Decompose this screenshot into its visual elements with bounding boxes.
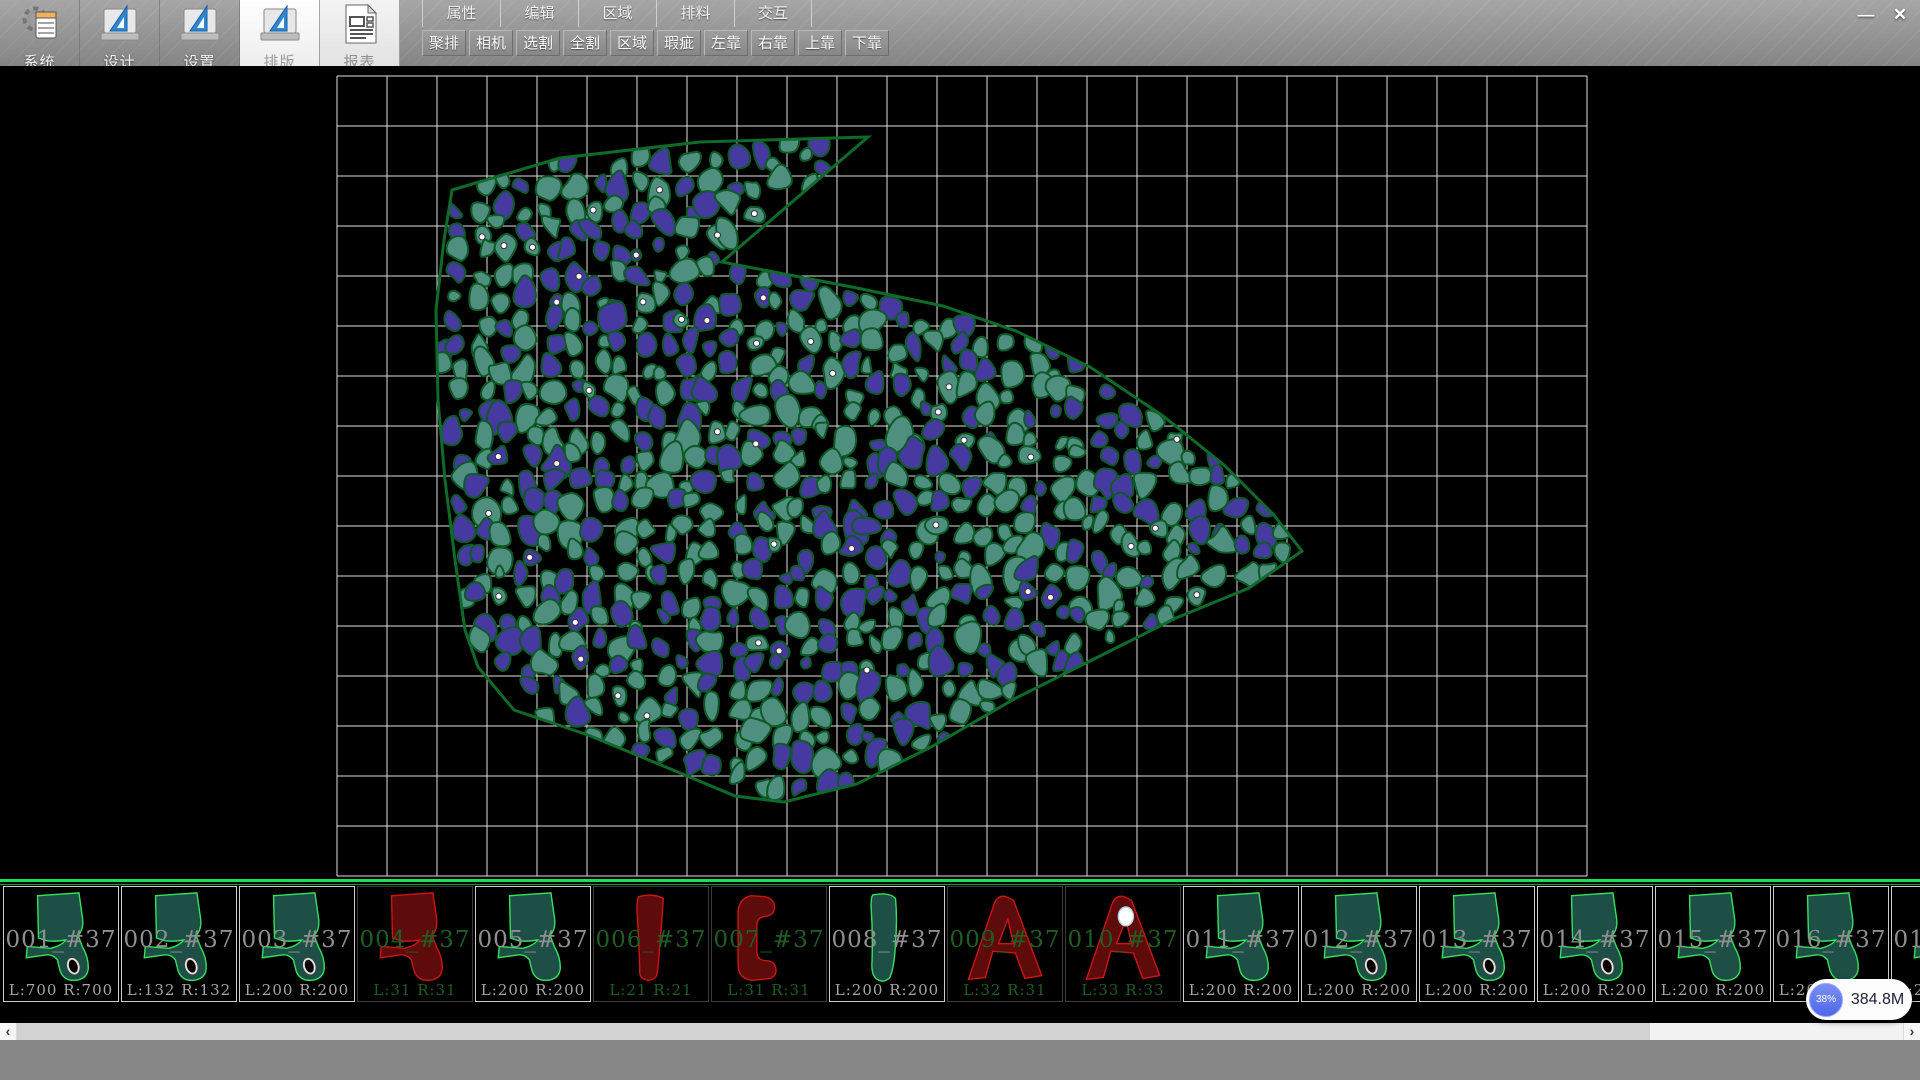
canvas-area: [0, 66, 1920, 879]
design-ruler-icon: [178, 3, 222, 50]
part-id: 011_#37: [1184, 927, 1298, 953]
parts-filmstrip: 001_#37L:700 R:700002_#37L:132 R:132003_…: [0, 879, 1920, 1023]
part-thumbnail-list: 001_#37L:700 R:700002_#37L:132 R:132003_…: [0, 886, 1920, 1003]
part-id: 009_#37: [948, 927, 1062, 953]
part-id: 006_#37: [594, 927, 708, 953]
part-thumbnail-12[interactable]: 012_#37 L:200 R:200: [1301, 886, 1417, 1002]
part-id: 016_#37: [1774, 927, 1888, 953]
part-id: 015_#37: [1656, 927, 1770, 953]
part-lr-count: L:33 R:33: [1066, 981, 1180, 999]
main-button-5[interactable]: 报表: [320, 0, 400, 66]
status-bar: [0, 1040, 1920, 1080]
action-button-9[interactable]: 上靠: [798, 30, 842, 56]
part-lr-count: L:21 R:21: [594, 981, 708, 999]
part-thumbnail-10[interactable]: 010_#37 L:33 R:33: [1065, 886, 1181, 1002]
progress-badge: 38% 384.8M: [1806, 979, 1912, 1020]
main-button-bar: 系统设计设置排版报表: [0, 0, 400, 66]
scrollbar-thumb[interactable]: [17, 1023, 1650, 1040]
action-button-5[interactable]: 区域: [610, 30, 654, 56]
part-id: 007_#37: [712, 927, 826, 953]
part-lr-count: L:200 R:200: [830, 981, 944, 999]
part-thumbnail-14[interactable]: 014_#37 L:200 R:200: [1537, 886, 1653, 1002]
part-thumbnail-9[interactable]: 009_#37 L:32 R:31: [947, 886, 1063, 1002]
report-icon: [338, 3, 382, 50]
part-id: 017_#37: [1892, 927, 1920, 953]
nesting-canvas[interactable]: [0, 66, 1920, 879]
part-thumbnail-7[interactable]: 007_#37 L:31 R:31: [711, 886, 827, 1002]
part-id: 014_#37: [1538, 927, 1652, 953]
main-button-1[interactable]: 系统: [0, 0, 80, 66]
part-id: 012_#37: [1302, 927, 1416, 953]
part-lr-count: L:200 R:200: [1656, 981, 1770, 999]
action-button-4[interactable]: 全割: [563, 30, 607, 56]
part-id: 008_#37: [830, 927, 944, 953]
part-thumbnail-5[interactable]: 005_#37 L:200 R:200: [475, 886, 591, 1002]
part-lr-count: L:31 R:31: [712, 981, 826, 999]
scroll-left-icon[interactable]: ‹: [0, 1023, 17, 1040]
part-id: 013_#37: [1420, 927, 1534, 953]
menu-tab-4[interactable]: 排料: [656, 0, 734, 27]
part-id: 003_#37: [240, 927, 354, 953]
scroll-right-icon[interactable]: ›: [1903, 1023, 1920, 1040]
menu-tab-1[interactable]: 属性: [422, 0, 500, 27]
part-lr-count: L:200 R:200: [240, 981, 354, 999]
action-button-bar: 聚排相机选割全割区域瑕疵左靠右靠上靠下靠: [422, 30, 892, 56]
design-ruler-icon: [258, 3, 302, 50]
part-id: 002_#37: [122, 927, 236, 953]
part-lr-count: L:31 R:31: [358, 981, 472, 999]
application-window: 系统设计设置排版报表 属性编辑区域排料交互 聚排相机选割全割区域瑕疵左靠右靠上靠…: [0, 0, 1920, 1080]
part-id: 004_#37: [358, 927, 472, 953]
part-thumbnail-6[interactable]: 006_#37 L:21 R:21: [593, 886, 709, 1002]
part-lr-count: L:200 R:200: [1420, 981, 1534, 999]
part-thumbnail-1[interactable]: 001_#37 L:700 R:700: [3, 886, 119, 1002]
progress-percent: 38%: [1809, 983, 1843, 1017]
menu-tab-5[interactable]: 交互: [734, 0, 812, 27]
close-icon[interactable]: ✕: [1886, 3, 1914, 27]
part-lr-count: L:32 R:31: [948, 981, 1062, 999]
window-controls: — ✕: [1852, 3, 1914, 27]
part-lr-count: L:700 R:700: [4, 981, 118, 999]
menu-tab-3[interactable]: 区域: [578, 0, 656, 27]
minimize-icon[interactable]: —: [1852, 3, 1880, 27]
part-id: 010_#37: [1066, 927, 1180, 953]
part-thumbnail-8[interactable]: 008_#37 L:200 R:200: [829, 886, 945, 1002]
menu-stack: 属性编辑区域排料交互 聚排相机选割全割区域瑕疵左靠右靠上靠下靠: [422, 0, 892, 56]
part-thumbnail-15[interactable]: 015_#37 L:200 R:200: [1655, 886, 1771, 1002]
part-lr-count: L:200 R:200: [1184, 981, 1298, 999]
toolbar: 系统设计设置排版报表 属性编辑区域排料交互 聚排相机选割全割区域瑕疵左靠右靠上靠…: [0, 0, 1920, 66]
system-gear-icon: [18, 3, 62, 50]
part-id: 001_#37: [4, 927, 118, 953]
action-button-10[interactable]: 下靠: [845, 30, 889, 56]
part-thumbnail-2[interactable]: 002_#37 L:132 R:132: [121, 886, 237, 1002]
action-button-3[interactable]: 选割: [516, 30, 560, 56]
part-lr-count: L:132 R:132: [122, 981, 236, 999]
memory-value: 384.8M: [1843, 991, 1912, 1009]
main-button-3[interactable]: 设置: [160, 0, 240, 66]
action-button-1[interactable]: 聚排: [422, 30, 466, 56]
menu-tab-bar: 属性编辑区域排料交互: [422, 0, 892, 27]
part-id: 005_#37: [476, 927, 590, 953]
design-ruler-icon: [98, 3, 142, 50]
part-thumbnail-3[interactable]: 003_#37 L:200 R:200: [239, 886, 355, 1002]
action-button-8[interactable]: 右靠: [751, 30, 795, 56]
action-button-6[interactable]: 瑕疵: [657, 30, 701, 56]
nested-pieces: [431, 127, 1295, 800]
main-button-4[interactable]: 排版: [240, 0, 320, 66]
part-thumbnail-13[interactable]: 013_#37 L:200 R:200: [1419, 886, 1535, 1002]
menu-tab-2[interactable]: 编辑: [500, 0, 578, 27]
action-button-2[interactable]: 相机: [469, 30, 513, 56]
part-lr-count: L:200 R:200: [1538, 981, 1652, 999]
main-button-2[interactable]: 设计: [80, 0, 160, 66]
horizontal-scrollbar[interactable]: ‹ ›: [0, 1023, 1920, 1040]
action-button-7[interactable]: 左靠: [704, 30, 748, 56]
part-thumbnail-4[interactable]: 004_#37 L:31 R:31: [357, 886, 473, 1002]
part-lr-count: L:200 R:200: [476, 981, 590, 999]
part-thumbnail-11[interactable]: 011_#37 L:200 R:200: [1183, 886, 1299, 1002]
part-lr-count: L:200 R:200: [1302, 981, 1416, 999]
